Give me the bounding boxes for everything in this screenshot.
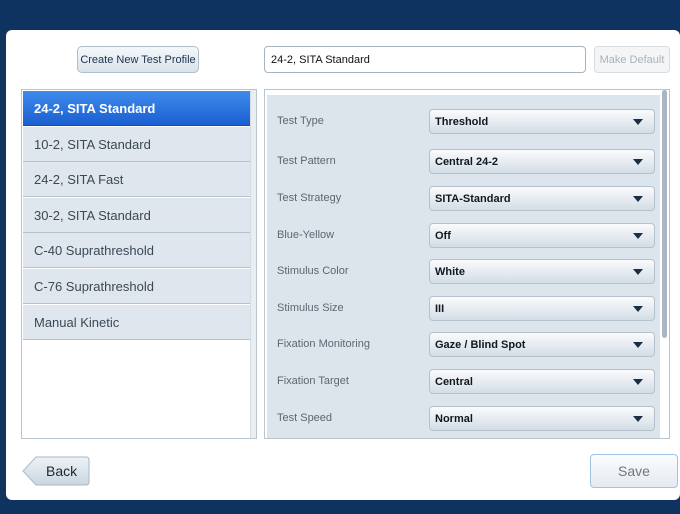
stimulus-size-value: III	[435, 302, 445, 315]
test-type-label: Test Type	[277, 115, 324, 127]
fixation-target-label: Fixation Target	[277, 375, 349, 387]
stimulus-color-label: Stimulus Color	[277, 265, 349, 277]
profile-item-c-76-suprathreshold[interactable]: C-76 Suprathreshold	[23, 269, 252, 304]
chevron-down-icon	[633, 306, 643, 312]
fixation-monitoring-label: Fixation Monitoring	[277, 338, 370, 350]
profile-item-30-2-sita-standard[interactable]: 30-2, SITA Standard	[23, 198, 252, 233]
profile-item-10-2-sita-standard[interactable]: 10-2, SITA Standard	[23, 127, 252, 162]
fixation-monitoring-dropdown[interactable]: Gaze / Blind Spot	[429, 332, 655, 357]
test-strategy-dropdown[interactable]: SITA-Standard	[429, 186, 655, 211]
profile-name-input[interactable]	[264, 46, 586, 73]
test-strategy-value: SITA-Standard	[435, 192, 511, 205]
stimulus-size-dropdown[interactable]: III	[429, 296, 655, 321]
stimulus-size-label: Stimulus Size	[277, 302, 344, 314]
test-pattern-dropdown[interactable]: Central 24-2	[429, 149, 655, 174]
chevron-down-icon	[633, 269, 643, 275]
test-type-dropdown[interactable]: Threshold	[429, 109, 655, 134]
chevron-down-icon	[633, 416, 643, 422]
fixation-monitoring-value: Gaze / Blind Spot	[435, 338, 526, 351]
chevron-down-icon	[633, 379, 643, 385]
test-pattern-label: Test Pattern	[277, 155, 336, 167]
profile-item-24-2-sita-standard[interactable]: 24-2, SITA Standard	[23, 91, 252, 126]
chevron-down-icon	[633, 159, 643, 165]
profile-list: 24-2, SITA Standard 10-2, SITA Standard …	[21, 89, 257, 439]
test-type-value: Threshold	[435, 115, 489, 128]
make-default-button: Make Default	[594, 46, 670, 73]
blue-yellow-dropdown[interactable]: Off	[429, 223, 655, 248]
test-speed-label: Test Speed	[277, 412, 333, 424]
profile-item-manual-kinetic[interactable]: Manual Kinetic	[23, 305, 252, 340]
fixation-target-value: Central	[435, 375, 473, 388]
settings-scrollbar[interactable]	[662, 90, 667, 338]
window-bottom-bar	[0, 500, 680, 514]
back-button[interactable]: Back	[22, 456, 90, 486]
chevron-down-icon	[633, 233, 643, 239]
profile-list-scrollbar[interactable]	[250, 90, 256, 438]
profile-item-c-40-suprathreshold[interactable]: C-40 Suprathreshold	[23, 233, 252, 268]
window-top-bar	[0, 0, 680, 30]
stimulus-color-value: White	[435, 265, 465, 278]
back-button-label: Back	[46, 463, 78, 479]
blue-yellow-label: Blue-Yellow	[277, 229, 335, 241]
chevron-down-icon	[633, 119, 643, 125]
chevron-down-icon	[633, 342, 643, 348]
test-speed-value: Normal	[435, 412, 473, 425]
profile-item-24-2-sita-fast[interactable]: 24-2, SITA Fast	[23, 162, 252, 197]
save-button[interactable]: Save	[590, 454, 678, 488]
chevron-down-icon	[633, 196, 643, 202]
test-speed-dropdown[interactable]: Normal	[429, 406, 655, 431]
create-new-test-profile-button[interactable]: Create New Test Profile	[77, 46, 199, 73]
test-strategy-label: Test Strategy	[277, 192, 342, 204]
blue-yellow-value: Off	[435, 229, 451, 242]
fixation-target-dropdown[interactable]: Central	[429, 369, 655, 394]
settings-area: Test Type Threshold Test Pattern Central…	[267, 95, 660, 438]
stimulus-color-dropdown[interactable]: White	[429, 259, 655, 284]
profile-settings: Test Type Threshold Test Pattern Central…	[264, 89, 670, 439]
test-pattern-value: Central 24-2	[435, 155, 498, 168]
